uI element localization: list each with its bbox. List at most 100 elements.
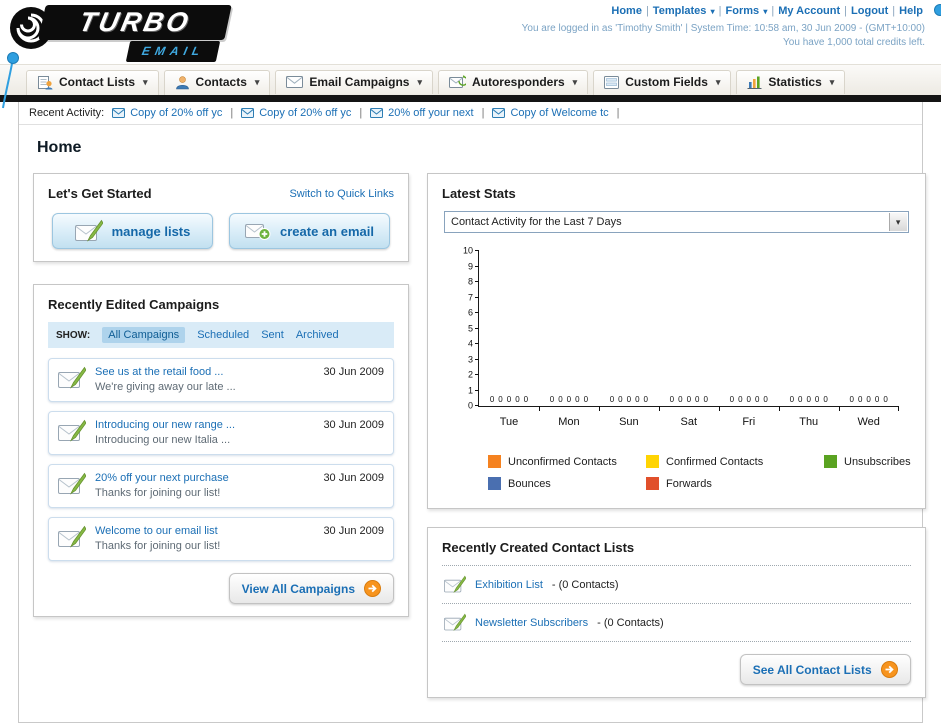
header: TURBO EMAIL Home | Templates ▾ | Forms ▾ | My … [0,0,941,109]
campaign-subtitle: Thanks for joining our list! [95,487,221,499]
campaign-text: See us at the retail food ... We're givin… [95,366,314,393]
envelope-plus-icon [245,221,271,241]
contact-list-link[interactable]: Exhibition List [475,579,543,591]
separator: | [481,107,485,119]
top-link-home[interactable]: Home [611,5,642,17]
chart-legend: Unconfirmed Contacts Confirmed Contacts Un… [488,455,911,490]
top-link-help[interactable]: Help [899,5,923,17]
value-labels: 00000 [539,395,599,404]
y-axis-tick-label: 8 [467,276,473,287]
recent-activity-label: Recent Activity: [29,107,105,119]
y-axis-tick-label: 7 [467,292,473,302]
contact-list-row: Exhibition List - (0 Contacts) [442,565,911,604]
chart-category-group: 0 0 0 0 0 Sun [598,251,659,428]
campaign-text: Introducing our new range ... Introducing… [95,419,314,446]
campaign-filter-bar: SHOW: All Campaigns Scheduled Sent Archived [48,322,394,348]
legend-item: Bounces [488,477,646,490]
filter-all-campaigns[interactable]: All Campaigns [102,327,186,343]
activity-link[interactable]: Copy of Welcome tc [492,107,609,119]
value-label: 0 [883,395,888,404]
campaign-row[interactable]: Introducing our new range ... Introducing… [48,411,394,455]
x-axis-label: Thu [799,416,819,428]
y-axis-tick-label: 3 [467,354,473,364]
campaign-date: 30 Jun 2009 [323,472,384,484]
see-all-contact-lists-label: See All Contact Lists [752,662,872,677]
campaign-date: 30 Jun 2009 [323,419,384,431]
stats-period-select[interactable]: Contact Activity for the Last 7 Days ▾ [444,211,909,233]
top-link-logout[interactable]: Logout [851,5,888,17]
chevron-down-icon: ▾ [572,76,578,87]
campaign-row[interactable]: Welcome to our email list Thanks for join… [48,517,394,561]
separator: | [718,5,722,17]
create-an-email-button[interactable]: create an email [229,213,390,249]
campaign-subtitle: Thanks for joining our list! [95,540,221,552]
y-axis-tick-label: 5 [467,323,473,333]
value-label: 0 [678,395,683,404]
campaign-date: 30 Jun 2009 [323,366,384,378]
contact-list-row: Newsletter Subscribers - (0 Contacts) [442,604,911,642]
nav-tab-email-campaigns[interactable]: Email Campaigns ▾ [275,70,433,94]
chevron-down-icon: ▾ [143,76,148,87]
campaign-subtitle: We're giving away our late ... [95,381,236,393]
legend-item: Unconfirmed Contacts [488,455,646,468]
value-label: 0 [626,395,632,404]
value-label: 0 [874,395,880,404]
nav-tab-contacts[interactable]: Contacts ▾ [163,69,271,95]
activity-link[interactable]: 20% off your next [370,107,474,119]
nav-tab-label: Statistics [768,75,822,89]
x-axis-tick [778,406,780,411]
filter-archived[interactable]: Archived [296,329,339,341]
contact-list-link[interactable]: Newsletter Subscribers [475,617,588,629]
header-right: Home | Templates ▾ | Forms ▾ | My Account | Logo… [522,5,925,48]
view-all-campaigns-button[interactable]: View All Campaigns [228,573,394,604]
switch-quick-links-link[interactable]: Switch to Quick Links [289,188,394,200]
value-label: 0 [746,395,751,404]
filter-sent[interactable]: Sent [261,329,284,341]
activity-link[interactable]: Copy of 20% off yc [112,107,222,119]
activity-link-label: Copy of Welcome tc [510,107,609,119]
envelope-pencil-icon [58,525,86,549]
value-label: 0 [566,395,572,404]
corner-dot [934,4,941,16]
x-axis-tick [538,406,540,411]
email-small-icon [492,108,506,118]
envelope-pencil-icon [58,366,86,390]
value-label: 0 [857,395,863,404]
x-axis-tick [838,406,840,411]
separator: | [359,107,363,119]
nav-tab-statistics[interactable]: Statistics ▾ [736,70,846,94]
top-link-forms[interactable]: Forms ▾ [726,5,768,17]
legend-swatch [824,455,837,468]
campaign-title-link[interactable]: Introducing our new range ... [95,419,314,431]
top-link-my-account[interactable]: My Account [778,5,840,17]
campaigns-panel: Recently Edited Campaigns SHOW: All Camp… [33,284,409,617]
campaign-title-link[interactable]: See us at the retail food ... [95,366,314,378]
app-logo[interactable]: TURBO EMAIL [8,0,268,62]
get-started-panel: Let's Get Started Switch to Quick Links … [33,173,409,262]
custom-fields-icon [604,75,620,90]
nav-tab-custom-fields[interactable]: Custom Fields ▾ [593,69,732,95]
nav-tab-autoresponders[interactable]: Autoresponders ▾ [437,70,589,94]
email-small-icon [241,108,255,118]
nav-tab-contact-lists[interactable]: Contact Lists ▾ [26,69,159,95]
activity-link[interactable]: Copy of 20% off yc [241,107,351,119]
filter-scheduled[interactable]: Scheduled [197,329,249,341]
value-label: 0 [618,395,623,404]
campaign-title-link[interactable]: Welcome to our email list [95,525,314,537]
chevron-down-icon: ▾ [254,76,260,87]
see-all-contact-lists-button[interactable]: See All Contact Lists [739,654,911,685]
value-label: 0 [489,395,495,404]
chevron-down-icon: ▾ [417,76,422,87]
chevron-down-icon: ▾ [888,213,907,231]
campaign-row[interactable]: See us at the retail food ... We're givin… [48,358,394,402]
campaign-row[interactable]: 20% off your next purchase Thanks for joi… [48,464,394,508]
value-label: 0 [695,395,700,404]
button-label: manage lists [111,223,191,239]
main-content: Home Let's Get Started Switch to Quick L… [19,125,926,722]
manage-lists-button[interactable]: manage lists [52,213,213,249]
chart-category-group: 0 0 0 0 0 Tue [479,251,539,428]
campaign-title-link[interactable]: 20% off your next purchase [95,472,314,484]
y-axis-tick-label: 6 [467,307,473,318]
right-column: Latest Stats Contact Activity for the La… [427,173,926,698]
top-link-templates[interactable]: Templates ▾ [653,5,715,17]
